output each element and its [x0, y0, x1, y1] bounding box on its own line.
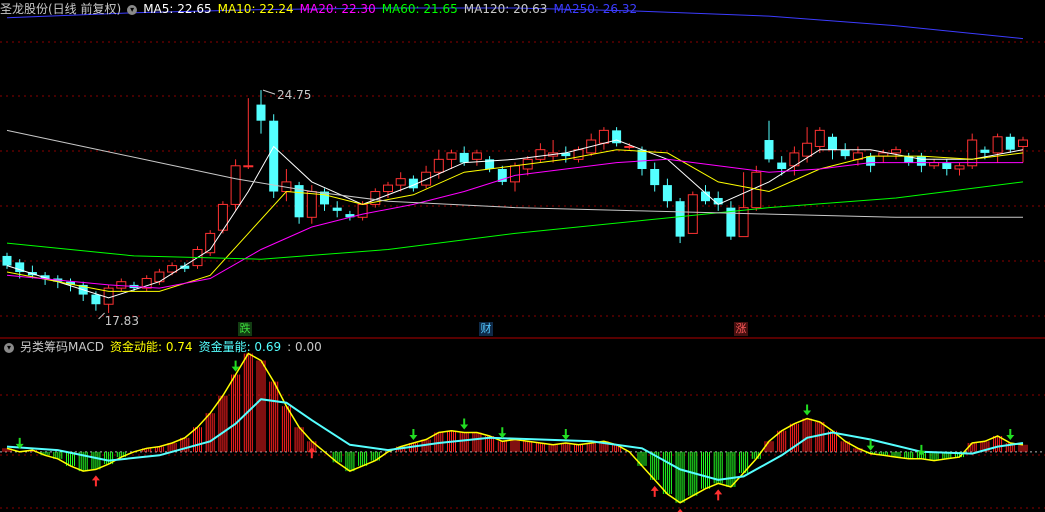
candle-body	[840, 149, 850, 157]
ma-legend-item: MA60: 21.65	[381, 2, 458, 16]
candle-body	[802, 142, 813, 157]
high-price-label: 24.75	[277, 88, 311, 102]
ma-line-ma60	[6, 181, 1024, 260]
candle-body	[650, 169, 660, 186]
arrow-up-icon	[650, 485, 659, 497]
indicator-legend-item: 资金动能: 0.74	[109, 340, 193, 354]
arrow-down-icon	[1006, 429, 1015, 441]
candle-body	[2, 255, 12, 266]
candle-body	[637, 149, 647, 169]
candle-body	[687, 194, 698, 234]
arrow-down-icon	[866, 439, 875, 451]
candle-body	[395, 178, 406, 186]
candle-body	[662, 185, 672, 202]
candle-body	[230, 165, 241, 205]
volume-line	[6, 398, 1024, 481]
toggle-icon[interactable]: ▾	[127, 4, 138, 15]
candle-body	[243, 165, 254, 168]
arrow-down-icon	[803, 404, 812, 416]
candle-body	[269, 120, 279, 192]
candle-body	[471, 152, 482, 160]
arrow-up-icon	[307, 447, 316, 459]
candle-body	[306, 191, 317, 218]
ma-legend-item: MA5: 22.65	[143, 2, 212, 16]
candle-body	[891, 149, 901, 154]
low-price-label: 17.83	[105, 314, 139, 328]
candle-body	[421, 171, 432, 186]
candle-body	[332, 207, 342, 211]
indicator-header: ▾ 另类筹码MACD 资金动能: 0.74 资金量能: 0.69 : 0.00	[0, 339, 334, 355]
ma-legend-item: MA10: 22.24	[217, 2, 294, 16]
candle-body	[433, 158, 444, 173]
arrow-up-icon	[91, 475, 100, 487]
ma-legend-item: MA120: 20.63	[463, 2, 548, 16]
ma-legend-item: MA20: 22.30	[299, 2, 376, 16]
candle-body	[980, 149, 990, 153]
candle-body	[764, 140, 774, 160]
indicator-legend-item: : 0.00	[287, 340, 322, 354]
candle-body	[992, 136, 1003, 154]
candle-body	[459, 152, 469, 163]
candle-body	[1005, 136, 1015, 150]
candle-body	[217, 203, 228, 231]
arrow-up-icon	[714, 489, 723, 501]
candle-body	[866, 156, 876, 166]
candle-body	[256, 104, 266, 121]
candle-body	[624, 145, 635, 148]
arrow-down-icon	[561, 429, 570, 441]
candle-body	[383, 184, 393, 193]
ma-legend: MA5: 22.65 MA10: 22.24 MA20: 22.30 MA60: 21…	[143, 2, 643, 16]
candle-body	[535, 149, 546, 160]
candle-body	[446, 152, 457, 160]
event-tag-rise[interactable]: 涨	[734, 322, 748, 336]
candle-body	[954, 165, 965, 170]
candle-body	[510, 165, 520, 183]
candle-body	[967, 139, 978, 167]
indicator-legend-item: 资金量能: 0.69	[198, 340, 282, 354]
arrow-down-icon	[498, 427, 507, 439]
candle-body	[1018, 139, 1028, 147]
indicator-legend: 资金动能: 0.74 资金量能: 0.69 : 0.00	[110, 340, 328, 354]
high-pointer	[262, 89, 276, 95]
event-tag-finance[interactable]: 财	[479, 322, 493, 336]
candle-body	[942, 162, 952, 169]
candle-body	[675, 201, 685, 237]
candle-body	[814, 129, 825, 147]
candle-body	[116, 281, 127, 289]
candle-body	[916, 156, 926, 166]
indicator-title: 另类筹码MACD	[20, 340, 104, 354]
candle-body	[91, 294, 101, 305]
main-chart-header: 圣龙股份(日线 前复权) ▾ MA5: 22.65 MA10: 22.24 MA20: …	[0, 1, 649, 17]
chart-canvas[interactable]: 24.75 17.83	[0, 0, 1045, 512]
ma-legend-item: MA250: 26.32	[553, 2, 638, 16]
momentum-line	[6, 352, 1024, 504]
arrow-down-icon	[460, 418, 469, 430]
candle-body	[738, 207, 749, 238]
event-tag-fall[interactable]: 跌	[238, 322, 252, 336]
candle-body	[777, 162, 787, 169]
candle-body	[828, 136, 837, 150]
arrow-down-icon	[409, 429, 418, 441]
stock-title: 圣龙股份(日线 前复权)	[0, 2, 122, 16]
candle-body	[598, 129, 609, 144]
toggle-icon[interactable]: ▾	[4, 342, 14, 353]
